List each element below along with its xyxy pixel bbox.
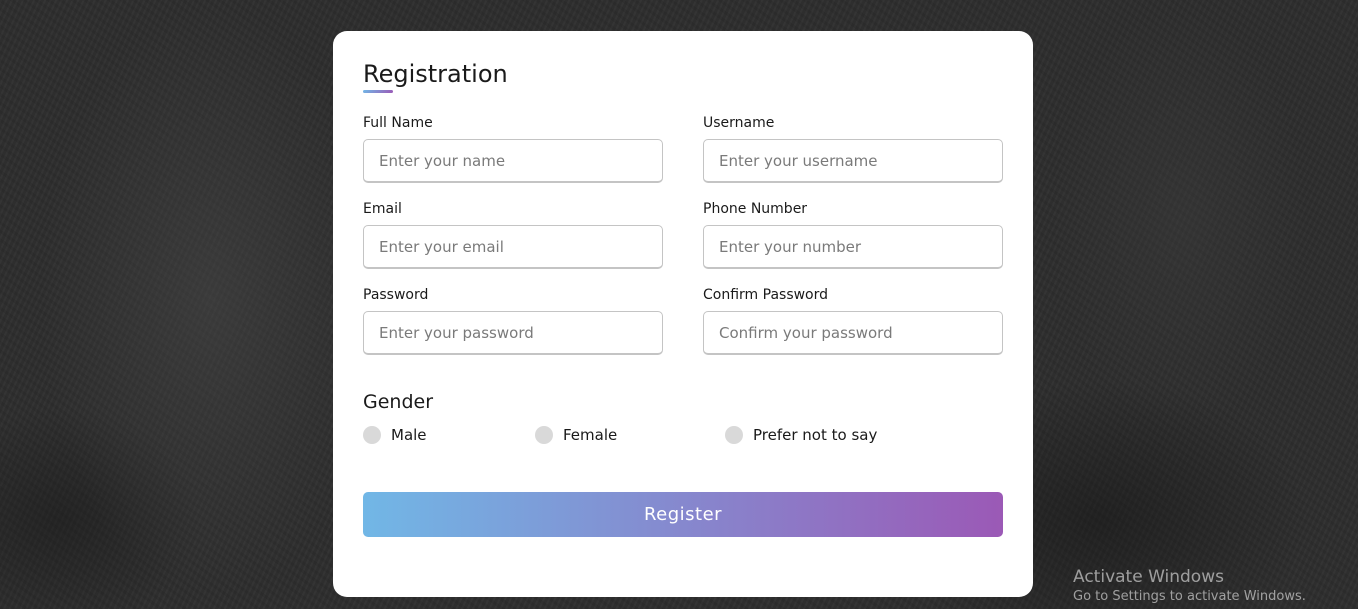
gender-option-prefer-not-to-say[interactable]: Prefer not to say — [725, 426, 877, 444]
phone-number-input[interactable] — [703, 225, 1003, 269]
gender-section: Gender Male Female Prefer not to say — [363, 390, 1003, 456]
username-input[interactable] — [703, 139, 1003, 183]
form-title: Registration — [363, 59, 1003, 93]
email-input[interactable] — [363, 225, 663, 269]
password-field: Password — [363, 286, 663, 355]
radio-prefer-not-to-say[interactable] — [725, 426, 743, 444]
form-title-text: Registration — [363, 60, 508, 88]
gender-option-male[interactable]: Male — [363, 426, 427, 444]
registration-card: Registration Full Name Username Email Ph… — [333, 31, 1033, 597]
username-label: Username — [703, 115, 775, 131]
email-field: Email — [363, 200, 663, 269]
register-button[interactable]: Register — [363, 492, 1003, 537]
title-underline — [363, 90, 393, 93]
gender-title: Gender — [363, 391, 434, 413]
gender-label-male: Male — [391, 426, 427, 444]
confirm-password-label: Confirm Password — [703, 287, 829, 303]
user-details-grid: Full Name Username Email Phone Number Pa… — [363, 114, 1003, 372]
watermark-subtitle: Go to Settings to activate Windows. — [1073, 589, 1306, 604]
radio-female[interactable] — [535, 426, 553, 444]
email-label: Email — [363, 201, 402, 217]
gender-label-prefer-not-to-say: Prefer not to say — [753, 426, 878, 444]
full-name-label: Full Name — [363, 115, 433, 131]
watermark-title: Activate Windows — [1073, 567, 1224, 587]
activate-windows-watermark: Activate Windows Go to Settings to activ… — [1073, 566, 1306, 605]
radio-male[interactable] — [363, 426, 381, 444]
gender-option-female[interactable]: Female — [535, 426, 617, 444]
confirm-password-field: Confirm Password — [703, 286, 1003, 355]
page-background: { "form": { "title": "Registration", "fi… — [0, 0, 1358, 609]
full-name-field: Full Name — [363, 114, 663, 183]
username-field: Username — [703, 114, 1003, 183]
password-label: Password — [363, 287, 429, 303]
gender-label-female: Female — [563, 426, 618, 444]
confirm-password-input[interactable] — [703, 311, 1003, 355]
password-input[interactable] — [363, 311, 663, 355]
phone-number-label: Phone Number — [703, 201, 808, 217]
gender-options: Male Female Prefer not to say — [363, 426, 1003, 456]
full-name-input[interactable] — [363, 139, 663, 183]
phone-number-field: Phone Number — [703, 200, 1003, 269]
